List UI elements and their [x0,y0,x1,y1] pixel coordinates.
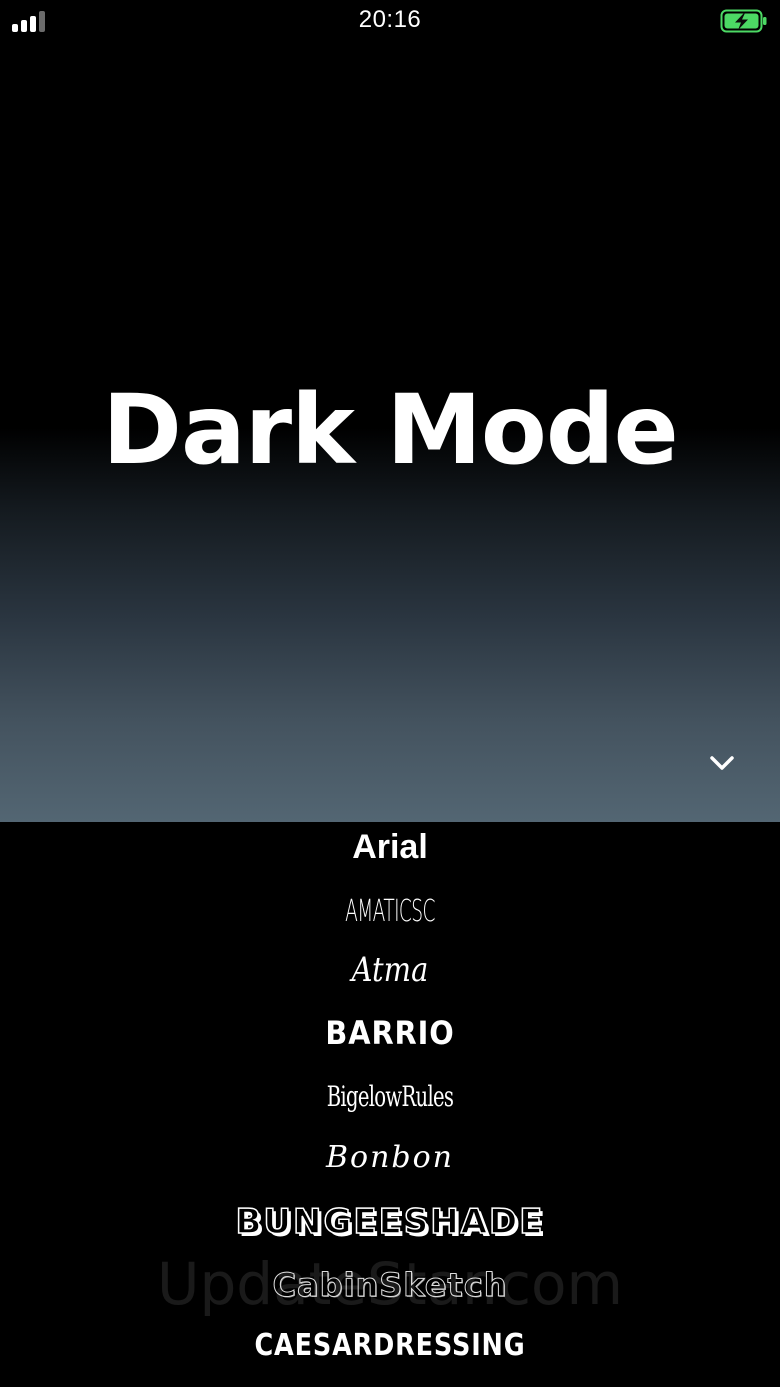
font-item-atma[interactable]: Atma [59,950,722,990]
font-item-bigelowrules[interactable]: BigelowRules [117,1080,663,1113]
preview-text: Dark Mode [102,374,678,486]
battery-charging-icon [720,8,768,34]
font-item-bonbon[interactable]: Bonbon [0,1140,780,1175]
font-item-barrio[interactable]: BARRIO [39,1014,741,1052]
font-list: Arial AMATICSC Atma BARRIO BigelowRules … [0,822,780,1387]
font-item-arial[interactable]: Arial [0,828,780,867]
font-item-bungeeshade[interactable]: BUNGEESHADE [0,1201,780,1243]
status-time: 20:16 [358,6,422,33]
preview-area: Dark Mode [0,0,780,822]
status-bar: 20:16 [0,0,780,44]
font-item-caesardressing[interactable]: CAESARDRESSING [59,1328,722,1363]
font-item-cabinsketch[interactable]: CabinSketch [0,1266,780,1305]
chevron-down-icon [710,756,734,770]
collapse-button[interactable] [703,748,741,780]
font-item-amaticsc[interactable]: AMATICSC [148,894,632,929]
